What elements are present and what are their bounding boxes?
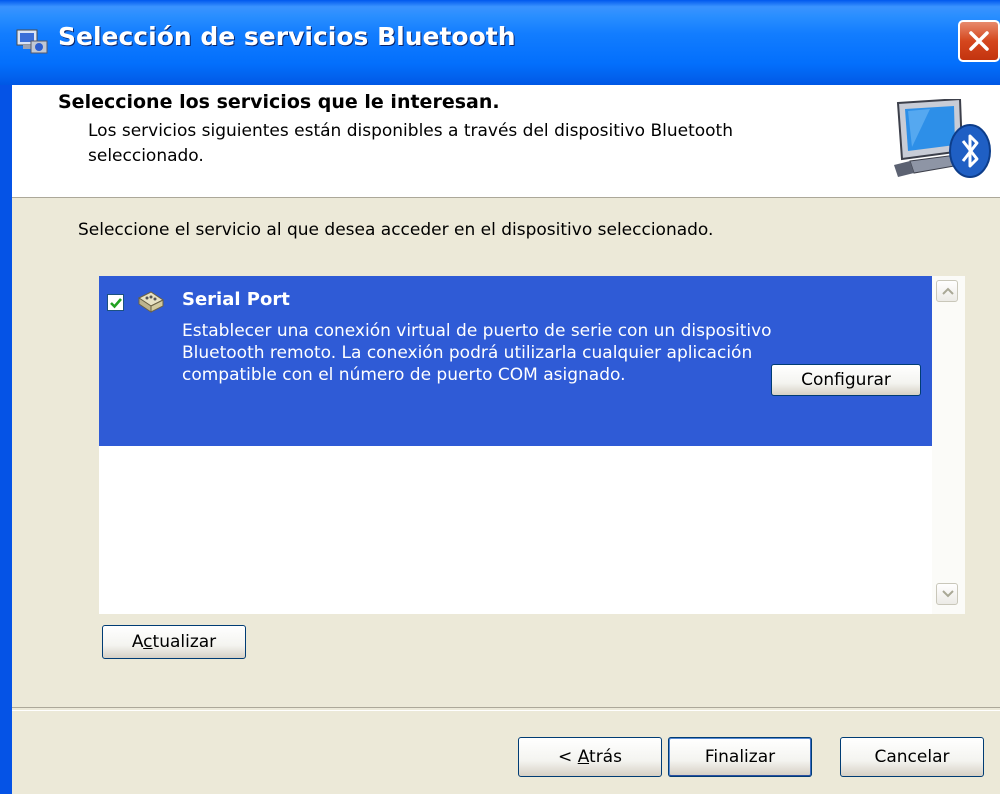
bluetooth-computer-icon xyxy=(890,97,992,181)
service-item-serial-port[interactable]: Serial Port Establecer una conexión virt… xyxy=(99,276,932,446)
update-label: Actualizar xyxy=(131,632,217,652)
update-button[interactable]: Actualizar xyxy=(102,625,246,659)
window-frame xyxy=(0,85,12,794)
instruction-text: Seleccione el servicio al que desea acce… xyxy=(78,220,714,240)
close-button[interactable] xyxy=(958,20,1000,62)
checkmark-icon xyxy=(110,298,122,309)
scroll-up-button[interactable] xyxy=(936,280,958,302)
dialog-window: Selección de servicios Bluetooth Selecci… xyxy=(0,0,1000,794)
back-button[interactable]: < Atrás xyxy=(518,737,662,777)
scroll-down-button[interactable] xyxy=(936,583,958,605)
configure-button[interactable]: Configurar xyxy=(771,364,921,396)
cancel-button[interactable]: Cancelar xyxy=(840,737,984,777)
service-name: Serial Port xyxy=(182,289,290,310)
bluetooth-app-icon xyxy=(15,27,49,55)
service-description: Establecer una conexión virtual de puert… xyxy=(182,321,772,385)
header-title: Seleccione los servicios que le interesa… xyxy=(58,91,500,113)
wizard-header: Seleccione los servicios que le interesa… xyxy=(12,85,1000,198)
scrollbar[interactable] xyxy=(932,276,965,614)
serial-port-icon xyxy=(137,290,167,314)
back-label: < Atrás xyxy=(558,747,622,767)
services-list[interactable]: Serial Port Establecer una conexión virt… xyxy=(99,276,965,614)
finish-button[interactable]: Finalizar xyxy=(668,737,812,777)
chevron-down-icon xyxy=(942,590,954,598)
footer-divider xyxy=(12,707,1000,711)
service-checkbox[interactable] xyxy=(107,294,124,311)
window-title: Selección de servicios Bluetooth xyxy=(58,22,516,51)
chevron-up-icon xyxy=(942,287,954,295)
title-bar[interactable]: Selección de servicios Bluetooth xyxy=(0,0,1000,85)
close-icon xyxy=(969,31,989,51)
header-description: Los servicios siguientes están disponibl… xyxy=(88,121,733,166)
